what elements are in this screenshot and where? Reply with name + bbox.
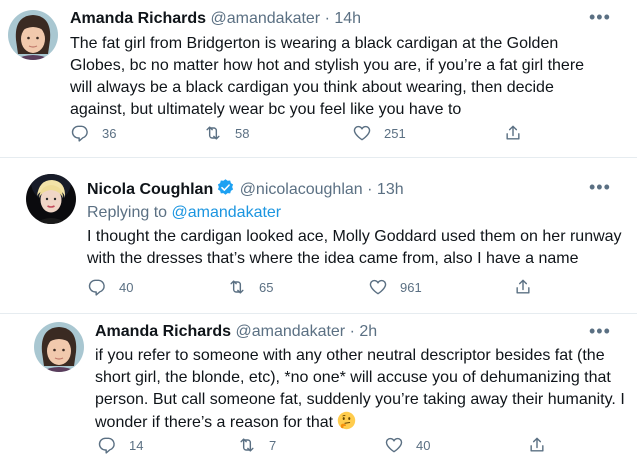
reply-icon	[98, 437, 115, 454]
more-options-icon[interactable]: •••	[589, 8, 611, 26]
tweet-text: if you refer to someone with any other n…	[95, 345, 625, 437]
retweet-button[interactable]: 7	[237, 435, 276, 455]
retweet-count: 65	[259, 279, 274, 295]
separator-dot: ·	[367, 181, 373, 198]
tweet-line: wonder if there’s a reason for that	[95, 411, 625, 437]
reply-button[interactable]: 36	[70, 123, 116, 143]
tweet-1[interactable]: Amanda Richards @amandakater · 14h ••• T…	[0, 0, 637, 157]
share-icon	[506, 125, 520, 140]
like-count: 251	[384, 125, 406, 141]
tweet-text: I thought the cardigan looked ace, Molly…	[87, 226, 622, 270]
like-button[interactable]: 961	[368, 277, 422, 297]
tweet-2[interactable]: Nicola Coughlan @nicolacoughlan · 13h ••…	[0, 158, 637, 313]
avatar[interactable]	[8, 10, 58, 60]
reply-button[interactable]: 14	[97, 435, 143, 455]
share-icon	[530, 437, 544, 452]
tweet-line: if you refer to someone with any other n…	[95, 347, 605, 364]
author-name[interactable]: Nicola Coughlan	[87, 181, 213, 198]
heart-icon	[369, 279, 387, 295]
tweet-line: The fat girl from Bridgerton is wearing …	[70, 35, 559, 52]
tweet-text: The fat girl from Bridgerton is wearing …	[70, 33, 584, 121]
timestamp[interactable]: 13h	[377, 181, 404, 198]
thinking-face-icon	[337, 411, 356, 437]
retweet-icon	[230, 280, 244, 294]
like-button[interactable]: 40	[384, 435, 430, 455]
action-bar: 36 58 251	[0, 123, 637, 145]
timestamp[interactable]: 14h	[334, 10, 361, 27]
author-handle[interactable]: @amandakater	[211, 10, 321, 27]
action-bar: 40 65 961	[0, 277, 637, 299]
tweet-line: against, but ultimately wear bc you feel…	[70, 101, 462, 118]
reply-button[interactable]: 40	[87, 277, 133, 297]
share-button[interactable]	[527, 435, 547, 455]
more-options-icon[interactable]: •••	[589, 322, 611, 340]
separator-dot: ·	[349, 323, 355, 340]
reply-count: 14	[129, 437, 144, 453]
timestamp[interactable]: 2h	[359, 323, 377, 340]
replying-to: Replying to @amandakater	[87, 203, 281, 223]
replying-to-link[interactable]: @amandakater	[172, 204, 282, 221]
tweet-line: I thought the cardigan looked ace, Molly…	[87, 228, 622, 245]
share-button[interactable]	[503, 123, 523, 143]
tweet-3[interactable]: Amanda Richards @amandakater · 2h ••• if…	[0, 314, 637, 464]
tweet-line: person. But call someone fat, suddenly y…	[95, 391, 625, 408]
tweet-line: with the dresses that’s where the idea c…	[87, 250, 579, 267]
retweet-icon	[240, 438, 254, 452]
share-icon	[516, 279, 530, 294]
author-handle[interactable]: @amandakater	[236, 323, 346, 340]
more-options-icon[interactable]: •••	[589, 178, 611, 196]
avatar[interactable]	[34, 322, 84, 372]
author-handle[interactable]: @nicolacoughlan	[240, 181, 363, 198]
tweet-line: Globes, bc no matter how hot and stylish…	[70, 57, 585, 74]
action-bar: 14 7 40	[0, 435, 637, 457]
replying-to-prefix: Replying to	[87, 204, 168, 221]
like-button[interactable]: 251	[352, 123, 406, 143]
author-name[interactable]: Amanda Richards	[95, 323, 231, 340]
separator-dot: ·	[324, 10, 330, 27]
retweet-count: 58	[235, 125, 250, 141]
heart-icon	[385, 437, 403, 453]
author-name[interactable]: Amanda Richards	[70, 10, 206, 27]
tweet-line: short girl, the blonde, etc), *no one* w…	[95, 369, 611, 386]
reply-count: 40	[119, 279, 134, 295]
retweet-count: 7	[269, 437, 277, 453]
reply-count: 36	[102, 125, 117, 141]
avatar[interactable]	[26, 174, 76, 224]
retweet-icon	[206, 126, 220, 140]
verified-badge-icon	[216, 178, 235, 203]
retweet-button[interactable]: 65	[227, 277, 273, 297]
like-count: 40	[416, 437, 431, 453]
heart-icon	[353, 125, 371, 141]
like-count: 961	[400, 279, 422, 295]
reply-icon	[71, 125, 88, 142]
share-button[interactable]	[513, 277, 533, 297]
tweet-line: will always be a black cardigan you thin…	[70, 79, 554, 96]
reply-icon	[88, 279, 105, 296]
retweet-button[interactable]: 58	[203, 123, 249, 143]
